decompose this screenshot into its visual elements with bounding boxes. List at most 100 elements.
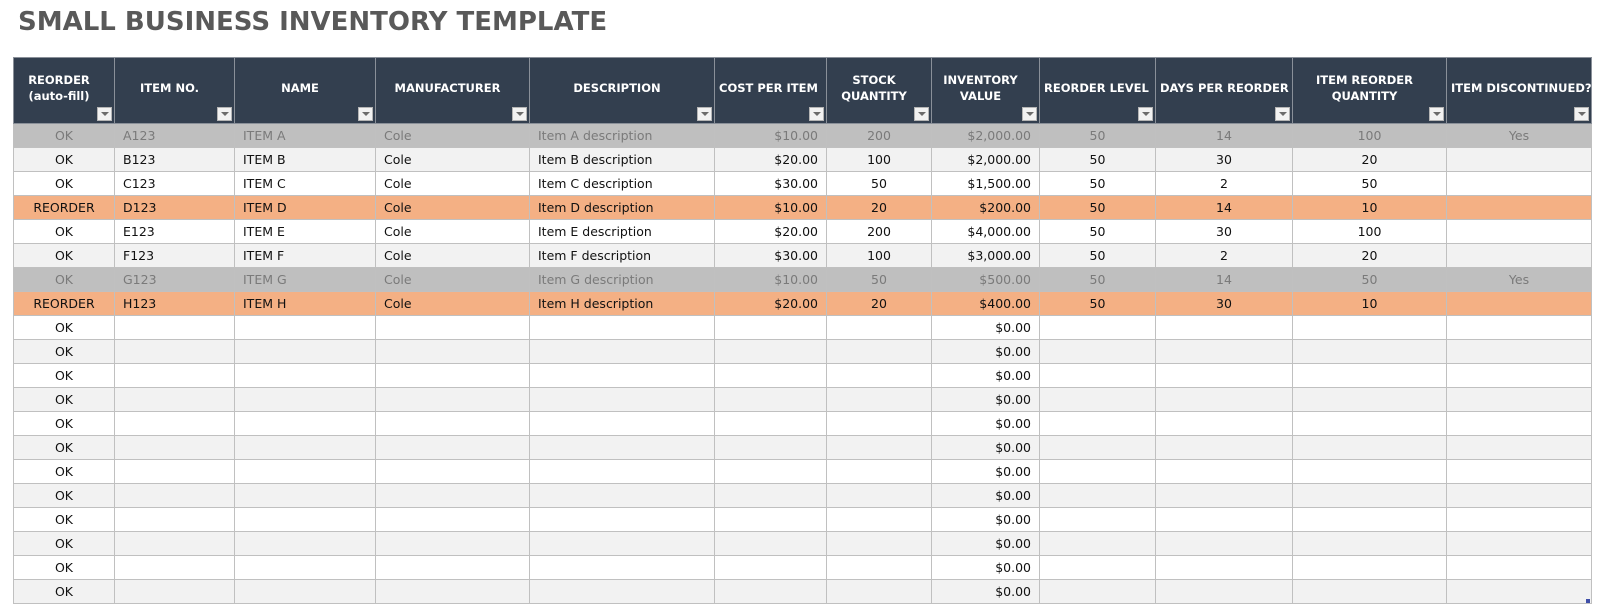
cell-days[interactable] xyxy=(1155,579,1293,604)
cell-name[interactable] xyxy=(234,483,376,508)
cell-name[interactable]: ITEM E xyxy=(234,219,376,244)
cell-reorder-level[interactable]: 50 xyxy=(1039,195,1156,220)
cell-item-no[interactable] xyxy=(114,555,235,580)
cell-value[interactable]: $0.00 xyxy=(931,411,1040,436)
cell-manufacturer[interactable] xyxy=(375,363,530,388)
cell-reorder-qty[interactable]: 100 xyxy=(1292,219,1447,244)
cell-manufacturer[interactable]: Cole xyxy=(375,123,530,148)
cell-reorder-level[interactable] xyxy=(1039,555,1156,580)
cell-days[interactable]: 30 xyxy=(1155,147,1293,172)
cell-reorder-level[interactable] xyxy=(1039,579,1156,604)
cell-item-no[interactable] xyxy=(114,531,235,556)
cell-cost[interactable] xyxy=(714,507,827,532)
cell-stock[interactable] xyxy=(826,459,932,484)
cell-days[interactable]: 14 xyxy=(1155,267,1293,292)
cell-cost[interactable] xyxy=(714,531,827,556)
cell-discontinued[interactable] xyxy=(1446,195,1592,220)
cell-name[interactable] xyxy=(234,315,376,340)
cell-cost[interactable] xyxy=(714,387,827,412)
cell-value[interactable]: $200.00 xyxy=(931,195,1040,220)
cell-manufacturer[interactable] xyxy=(375,435,530,460)
cell-cost[interactable]: $10.00 xyxy=(714,123,827,148)
cell-reorder-qty[interactable] xyxy=(1292,387,1447,412)
cell-description[interactable] xyxy=(529,507,715,532)
cell-discontinued[interactable] xyxy=(1446,459,1592,484)
cell-value[interactable]: $2,000.00 xyxy=(931,123,1040,148)
cell-reorder-level[interactable] xyxy=(1039,459,1156,484)
cell-name[interactable] xyxy=(234,411,376,436)
cell-discontinued[interactable] xyxy=(1446,291,1592,316)
cell-reorder[interactable]: OK xyxy=(13,483,115,508)
cell-item-no[interactable] xyxy=(114,435,235,460)
cell-name[interactable]: ITEM G xyxy=(234,267,376,292)
cell-item-no[interactable] xyxy=(114,579,235,604)
cell-item-no[interactable] xyxy=(114,483,235,508)
cell-description[interactable] xyxy=(529,483,715,508)
cell-stock[interactable]: 100 xyxy=(826,147,932,172)
filter-dropdown-button[interactable] xyxy=(697,107,712,121)
cell-stock[interactable] xyxy=(826,555,932,580)
cell-name[interactable]: ITEM B xyxy=(234,147,376,172)
cell-manufacturer[interactable]: Cole xyxy=(375,147,530,172)
cell-description[interactable] xyxy=(529,411,715,436)
cell-reorder-qty[interactable] xyxy=(1292,459,1447,484)
cell-days[interactable] xyxy=(1155,483,1293,508)
cell-value[interactable]: $0.00 xyxy=(931,483,1040,508)
cell-item-no[interactable] xyxy=(114,363,235,388)
cell-description[interactable] xyxy=(529,435,715,460)
filter-dropdown-button[interactable] xyxy=(914,107,929,121)
cell-value[interactable]: $0.00 xyxy=(931,339,1040,364)
cell-cost[interactable] xyxy=(714,315,827,340)
cell-item-no[interactable]: A123 xyxy=(114,123,235,148)
cell-reorder[interactable]: OK xyxy=(13,171,115,196)
cell-discontinued[interactable] xyxy=(1446,435,1592,460)
cell-stock[interactable]: 20 xyxy=(826,195,932,220)
cell-manufacturer[interactable]: Cole xyxy=(375,291,530,316)
cell-cost[interactable]: $10.00 xyxy=(714,195,827,220)
cell-stock[interactable]: 20 xyxy=(826,291,932,316)
cell-value[interactable]: $0.00 xyxy=(931,579,1040,604)
cell-reorder[interactable]: OK xyxy=(13,315,115,340)
cell-manufacturer[interactable]: Cole xyxy=(375,243,530,268)
cell-value[interactable]: $0.00 xyxy=(931,459,1040,484)
cell-cost[interactable] xyxy=(714,579,827,604)
cell-description[interactable] xyxy=(529,363,715,388)
cell-reorder-level[interactable] xyxy=(1039,435,1156,460)
cell-reorder[interactable]: REORDER xyxy=(13,291,115,316)
cell-reorder[interactable]: OK xyxy=(13,579,115,604)
cell-discontinued[interactable] xyxy=(1446,315,1592,340)
cell-reorder-qty[interactable] xyxy=(1292,363,1447,388)
filter-dropdown-button[interactable] xyxy=(217,107,232,121)
cell-discontinued[interactable] xyxy=(1446,579,1592,604)
filter-dropdown-button[interactable] xyxy=(358,107,373,121)
cell-reorder-qty[interactable] xyxy=(1292,531,1447,556)
cell-reorder-qty[interactable] xyxy=(1292,411,1447,436)
cell-days[interactable]: 2 xyxy=(1155,243,1293,268)
cell-manufacturer[interactable] xyxy=(375,483,530,508)
cell-value[interactable]: $400.00 xyxy=(931,291,1040,316)
cell-days[interactable] xyxy=(1155,555,1293,580)
cell-description[interactable]: Item G description xyxy=(529,267,715,292)
cell-reorder-qty[interactable]: 50 xyxy=(1292,267,1447,292)
cell-item-no[interactable] xyxy=(114,459,235,484)
cell-days[interactable] xyxy=(1155,339,1293,364)
cell-reorder[interactable]: OK xyxy=(13,411,115,436)
filter-dropdown-button[interactable] xyxy=(97,107,112,121)
cell-description[interactable] xyxy=(529,579,715,604)
cell-cost[interactable] xyxy=(714,435,827,460)
cell-name[interactable]: ITEM A xyxy=(234,123,376,148)
cell-reorder-qty[interactable] xyxy=(1292,339,1447,364)
cell-value[interactable]: $0.00 xyxy=(931,555,1040,580)
filter-dropdown-button[interactable] xyxy=(1574,107,1589,121)
cell-cost[interactable]: $30.00 xyxy=(714,243,827,268)
cell-manufacturer[interactable] xyxy=(375,555,530,580)
cell-reorder-level[interactable]: 50 xyxy=(1039,171,1156,196)
cell-stock[interactable] xyxy=(826,579,932,604)
cell-item-no[interactable]: G123 xyxy=(114,267,235,292)
cell-description[interactable] xyxy=(529,459,715,484)
cell-name[interactable]: ITEM D xyxy=(234,195,376,220)
cell-cost[interactable]: $30.00 xyxy=(714,171,827,196)
cell-discontinued[interactable]: Yes xyxy=(1446,123,1592,148)
cell-item-no[interactable]: D123 xyxy=(114,195,235,220)
cell-discontinued[interactable] xyxy=(1446,507,1592,532)
